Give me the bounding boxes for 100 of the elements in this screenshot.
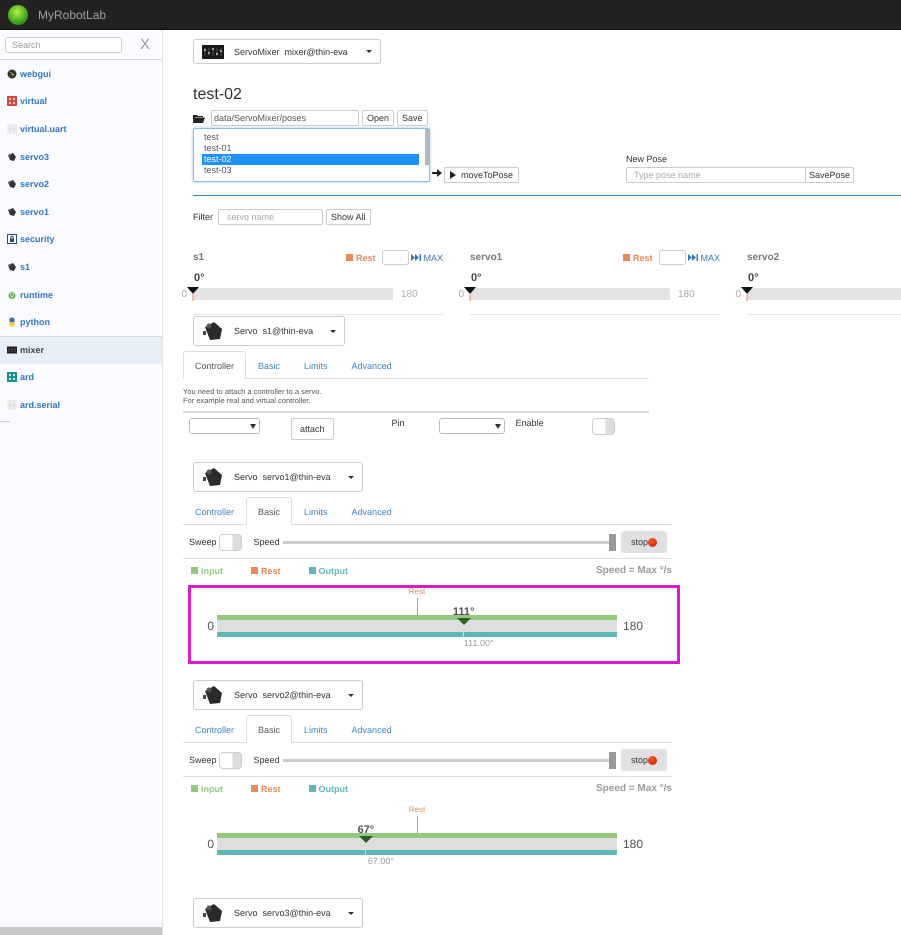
tab[interactable]: Controller (183, 351, 246, 379)
service-selector[interactable]: Servo servo3@thin-eva (193, 898, 363, 928)
rest-swatch-icon (622, 254, 630, 261)
pin-select[interactable] (438, 418, 505, 434)
service-selector[interactable]: Servo servo1@thin-eva (193, 462, 363, 492)
speed-label: Speed (254, 537, 280, 547)
tab[interactable]: Controller (183, 715, 246, 743)
sidebar-item[interactable]: virtual.uart (0, 115, 162, 143)
slider-handle[interactable] (741, 287, 753, 301)
rest-label: Rest (408, 586, 426, 596)
sidebar-item[interactable]: servo2 (0, 170, 162, 198)
filter-field[interactable]: servo name (218, 209, 323, 225)
clear-search-button[interactable]: X (140, 36, 150, 53)
position-field[interactable] (659, 250, 686, 265)
slider-track[interactable] (747, 288, 901, 300)
legend-label: Input (201, 566, 223, 576)
speed-slider-handle[interactable] (609, 534, 616, 550)
globe-icon (7, 68, 17, 79)
pose-name-field[interactable]: Type pose name (626, 167, 806, 183)
pose-item[interactable]: test-02 (202, 154, 419, 165)
sidebar-item[interactable]: webgui (0, 60, 162, 88)
scrollbar[interactable] (0, 927, 162, 935)
rest-label: Rest (408, 804, 426, 814)
sidebar-item[interactable]: security (0, 226, 162, 254)
max-button[interactable]: MAX (688, 252, 720, 262)
pose-list[interactable]: test test-01 test-02 test-03 (193, 128, 430, 182)
attach-button[interactable]: attach (291, 418, 334, 440)
controller-select[interactable] (189, 418, 260, 434)
stop-button[interactable]: stop (621, 531, 667, 553)
tab[interactable]: Limits (292, 351, 340, 379)
sidebar-item[interactable]: virtual (0, 88, 162, 116)
rest-button[interactable]: Rest (632, 252, 652, 262)
move-to-pose-button[interactable]: moveToPose (444, 167, 520, 183)
sweep-toggle[interactable] (218, 534, 242, 550)
tab[interactable]: Controller (183, 497, 246, 525)
min-label: 0 (734, 288, 741, 300)
show-all-button[interactable]: Show All (326, 209, 371, 225)
tab[interactable]: Basic (246, 351, 292, 379)
slider-track[interactable] (470, 288, 670, 300)
save-pose-button[interactable]: SavePose (806, 167, 854, 183)
save-button[interactable]: Save (397, 110, 428, 126)
sidebar-item[interactable]: s1 (0, 253, 162, 281)
python-icon (7, 317, 17, 328)
input-marker-icon[interactable] (456, 618, 471, 624)
caret-icon (330, 330, 336, 332)
enable-toggle[interactable] (592, 418, 615, 435)
path-field[interactable]: data/ServoMixer/poses (211, 110, 359, 126)
sidebar-item[interactable]: python (0, 308, 162, 336)
power-icon (7, 290, 17, 300)
input-marker-icon[interactable] (358, 836, 373, 842)
max-label: 180 (623, 836, 644, 850)
dropdown-arrow-icon (494, 424, 501, 428)
slider-track[interactable] (193, 288, 393, 300)
position-field[interactable] (382, 250, 410, 265)
legend-label: Output (318, 566, 348, 576)
tab[interactable]: Basic (246, 715, 292, 743)
pose-item[interactable]: test-01 (202, 143, 419, 154)
serial-port-icon (7, 124, 17, 134)
sidebar-item[interactable]: ard (0, 364, 162, 392)
stop-button[interactable]: stop (621, 749, 667, 771)
slider-handle[interactable] (464, 287, 476, 301)
speed-label: Speed (254, 755, 280, 765)
input-reading: 111° (452, 606, 474, 618)
open-button[interactable]: Open (362, 110, 394, 126)
service-selector[interactable]: ServoMixer mixer@thin-eva (193, 39, 381, 64)
tab[interactable]: Limits (292, 497, 340, 525)
servo-motor-icon (7, 179, 17, 190)
search-field[interactable]: Search (5, 36, 122, 52)
servo-name: servo2 (747, 252, 780, 263)
service-selector[interactable]: Servo s1@thin-eva (193, 316, 345, 346)
sidebar-item[interactable]: ard.serial (0, 391, 162, 419)
service-selector[interactable]: Servo servo2@thin-eva (193, 680, 363, 710)
sidebar-item[interactable]: servo3 (0, 142, 162, 170)
sidebar-item[interactable]: runtime (0, 280, 162, 308)
fast-forward-icon (688, 254, 698, 261)
min-label: 0 (206, 836, 214, 850)
app-title: MyRobotLab (38, 8, 106, 22)
sidebar-item[interactable]: servo1 (0, 198, 162, 226)
tab[interactable]: Basic (246, 497, 292, 525)
max-button[interactable]: MAX (411, 252, 443, 262)
scrollbar-thumb[interactable] (425, 129, 429, 165)
fast-forward-icon (411, 254, 422, 261)
slider-handle[interactable] (187, 287, 199, 301)
tab[interactable]: Advanced (340, 715, 404, 743)
pose-item[interactable]: test-03 (202, 165, 419, 176)
min-label: 0 (457, 288, 464, 300)
tab[interactable]: Advanced (340, 497, 404, 525)
serial-port-icon (7, 400, 17, 410)
sweep-toggle[interactable] (218, 752, 242, 768)
sweep-label: Sweep (189, 755, 217, 765)
pose-item[interactable]: test (202, 132, 419, 143)
mixer-panel-icon (7, 345, 17, 356)
legend-label: Input (201, 784, 223, 794)
rest-button[interactable]: Rest (356, 252, 376, 262)
speed-slider-handle[interactable] (609, 752, 616, 768)
filter-label: Filter (193, 212, 213, 222)
sidebar-item[interactable]: mixer (0, 336, 162, 364)
tab[interactable]: Limits (292, 715, 340, 743)
tab[interactable]: Advanced (340, 351, 404, 379)
logo-icon (8, 4, 28, 24)
